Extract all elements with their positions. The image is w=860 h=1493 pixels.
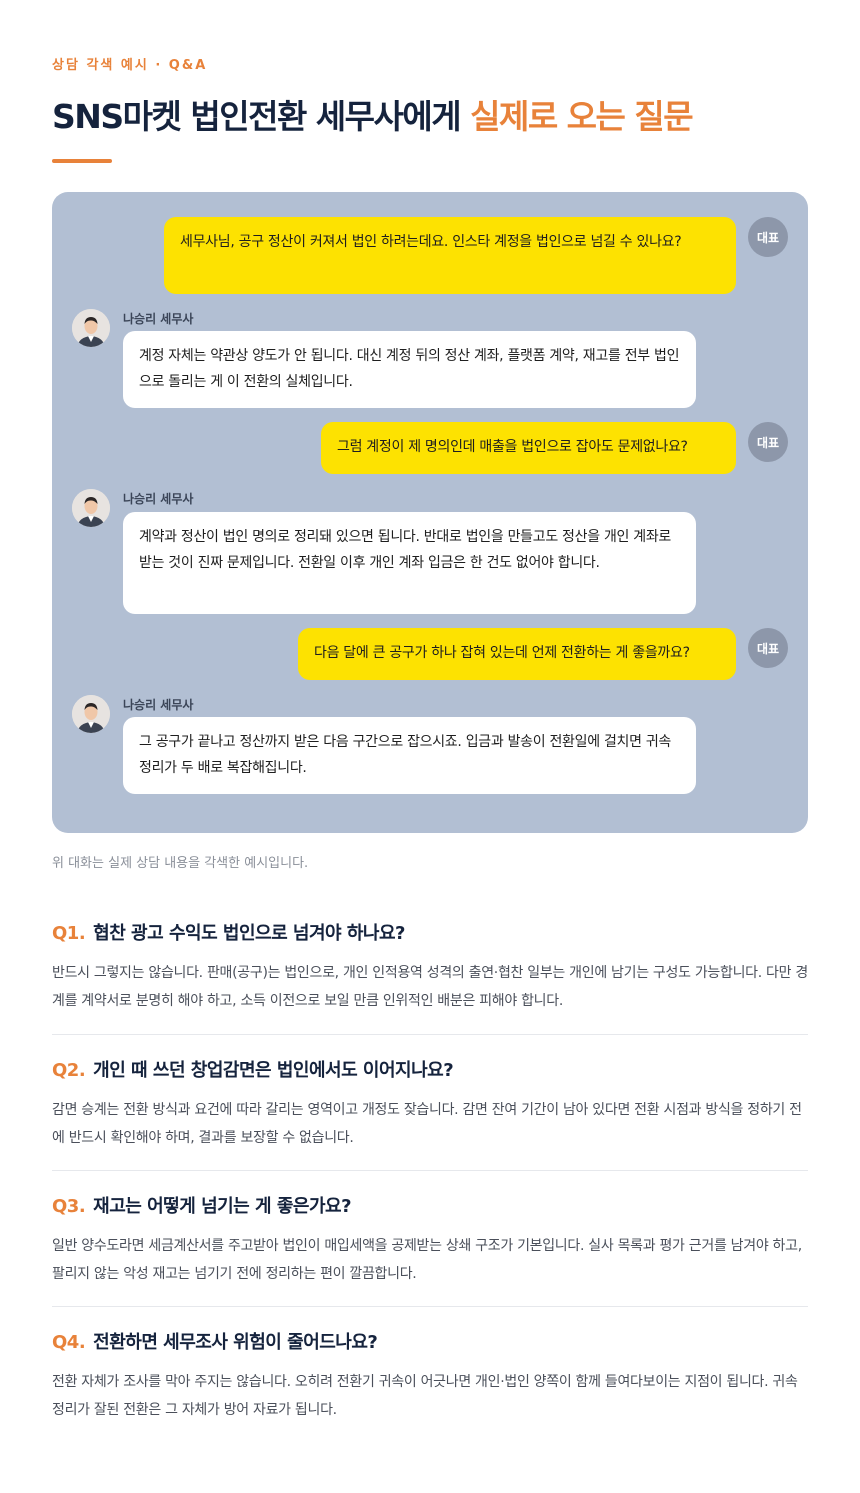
faq-answer: 감면 승계는 전환 방식과 요건에 따라 갈리는 영역이고 개정도 잦습니다. … xyxy=(52,1102,802,1146)
chat-bubble-advisor: 계약과 정산이 법인 명의로 정리돼 있으면 됩니다. 반대로 법인을 만들고도… xyxy=(123,512,696,614)
chat-bubble-me: 그럼 계정이 제 명의인데 매출을 법인으로 잡아도 문제없나요? xyxy=(321,422,736,474)
faq-answer: 반드시 그렇지는 않습니다. 판매(공구)는 법인으로, 개인 인적용역 성격의… xyxy=(52,965,808,1009)
faq-item: Q1. 협찬 광고 수익도 법인으로 넘겨야 하나요? 반드시 그렇지는 않습니다… xyxy=(52,921,808,1015)
advisor-avatar xyxy=(72,695,110,733)
faq-item: Q3. 재고는 어떻게 넘기는 게 좋은가요? 일반 양수도라면 세금계산서를 주… xyxy=(52,1194,808,1288)
chat-bubble-me: 세무사님, 공구 정산이 커져서 법인 하려는데요. 인스타 계정을 법인으로 … xyxy=(164,217,736,294)
advisor-portrait-icon xyxy=(72,489,110,527)
faq-question-text: 개인 때 쓰던 창업감면은 법인에서도 이어지나요? xyxy=(93,1060,454,1081)
page-title: SNS마켓 법인전환 세무사에게 실제로 오는 질문 xyxy=(52,90,832,138)
advisor-portrait-icon xyxy=(72,309,110,347)
chat-bubble-me: 다음 달에 큰 공구가 하나 잡혀 있는데 언제 전환하는 게 좋을까요? xyxy=(298,628,736,680)
advisor-name: 나승리 세무사 xyxy=(123,312,194,326)
chat-panel: 세무사님, 공구 정산이 커져서 법인 하려는데요. 인스타 계정을 법인으로 … xyxy=(52,192,808,833)
faq-question-text: 재고는 어떻게 넘기는 게 좋은가요? xyxy=(93,1196,352,1217)
faq-item: Q2. 개인 때 쓰던 창업감면은 법인에서도 이어지나요? 감면 승계는 전환 … xyxy=(52,1058,808,1152)
faq-number: Q2. xyxy=(52,1060,86,1081)
title-highlight: 실제로 오는 질문 xyxy=(470,97,694,136)
page: 상담 각색 예시 · Q&A SNS마켓 법인전환 세무사에게 실제로 오는 질… xyxy=(0,0,860,1493)
faq-number: Q1. xyxy=(52,923,86,944)
advisor-name: 나승리 세무사 xyxy=(123,698,194,712)
advisor-avatar xyxy=(72,309,110,347)
advisor-name: 나승리 세무사 xyxy=(123,492,194,506)
faq-divider xyxy=(52,1034,808,1035)
me-badge: 대표 xyxy=(748,628,788,668)
faq-question: Q1. 협찬 광고 수익도 법인으로 넘겨야 하나요? xyxy=(52,921,808,947)
faq-answer: 전환 자체가 조사를 막아 주지는 않습니다. 오히려 전환기 귀속이 어긋나면… xyxy=(52,1374,798,1418)
chat-bubble-advisor: 그 공구가 끝나고 정산까지 받은 다음 구간으로 잡으시죠. 입금과 발송이 … xyxy=(123,717,696,794)
faq-number: Q4. xyxy=(52,1332,86,1353)
faq-question-text: 협찬 광고 수익도 법인으로 넘겨야 하나요? xyxy=(93,923,405,944)
faq-question: Q3. 재고는 어떻게 넘기는 게 좋은가요? xyxy=(52,1194,808,1220)
chat-bubble-advisor: 계정 자체는 약관상 양도가 안 됩니다. 대신 계정 뒤의 정산 계좌, 플랫… xyxy=(123,331,696,408)
faq-question: Q4. 전환하면 세무조사 위험이 줄어드나요? xyxy=(52,1330,808,1356)
eyebrow-label: 상담 각색 예시 · Q&A xyxy=(52,58,208,73)
advisor-avatar xyxy=(72,489,110,527)
faq-divider xyxy=(52,1170,808,1171)
faq-item: Q4. 전환하면 세무조사 위험이 줄어드나요? 전환 자체가 조사를 막아 주지… xyxy=(52,1330,808,1424)
faq-number: Q3. xyxy=(52,1196,86,1217)
me-badge: 대표 xyxy=(748,217,788,257)
disclaimer-note: 위 대화는 실제 상담 내용을 각색한 예시입니다. xyxy=(52,856,309,871)
title-main: SNS마켓 법인전환 세무사에게 xyxy=(52,97,471,136)
me-badge: 대표 xyxy=(748,422,788,462)
faq-question: Q2. 개인 때 쓰던 창업감면은 법인에서도 이어지나요? xyxy=(52,1058,808,1084)
faq-answer: 일반 양수도라면 세금계산서를 주고받아 법인이 매입세액을 공제받는 상쇄 구… xyxy=(52,1238,802,1282)
faq-question-text: 전환하면 세무조사 위험이 줄어드나요? xyxy=(93,1332,378,1353)
advisor-portrait-icon xyxy=(72,695,110,733)
faq-divider xyxy=(52,1306,808,1307)
title-underline xyxy=(52,159,112,163)
